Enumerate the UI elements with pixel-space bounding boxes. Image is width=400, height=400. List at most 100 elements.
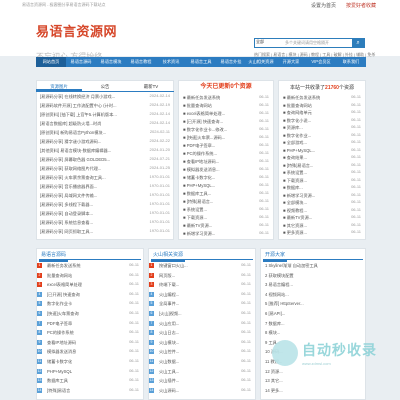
list-item[interactable]: 6 [易API]...: [261, 311, 365, 319]
list-item-title[interactable]: 2 获取模块配置: [265, 273, 294, 278]
list-item[interactable]: ■ PC的操作系统... 06-11: [179, 151, 273, 159]
nav-item[interactable]: 联系我们: [336, 57, 366, 67]
section-huoshan-title[interactable]: 火山相关资源: [151, 250, 186, 262]
list-item-title[interactable]: 全局事件...: [159, 301, 179, 306]
list-item[interactable]: 12 火山工具... 06-11: [149, 368, 255, 377]
list-item[interactable]: [易源码分享] 多线程下载器... 1970-01-01: [36, 202, 174, 210]
list-item-title[interactable]: excel表格简单处理: [47, 282, 82, 287]
list-item-title[interactable]: 7 数据库...: [265, 321, 285, 326]
list-item-title[interactable]: [易源码分享] 猜字谜小游戏源码...: [40, 139, 101, 144]
list-item-title[interactable]: 最新任务发送系统: [47, 263, 81, 268]
set-home-link[interactable]: 设置为首页: [311, 3, 336, 9]
list-item[interactable]: 10 火山控件... 06-11: [149, 349, 255, 357]
nav-item[interactable]: 易语言源码: [66, 57, 96, 67]
list-item-title[interactable]: [易语言数据库] 超级防火墙...时尚: [40, 121, 101, 126]
list-item[interactable]: 11 火山数据... 06-11: [149, 359, 255, 367]
list-item-title[interactable]: ■ PC的操作系统...: [183, 151, 217, 156]
list-item-title[interactable]: [易源码软件开源] 工作流配置中心 (计时...: [40, 103, 117, 108]
list-item-title[interactable]: [火山]视频...: [159, 311, 182, 316]
site-logo[interactable]: 易语言资源网: [36, 24, 117, 40]
list-item-title[interactable]: 14 更多...: [265, 388, 283, 393]
list-item-title[interactable]: ■ 最新TV资源...: [283, 215, 312, 220]
list-item-title[interactable]: 网页版...: [159, 273, 175, 278]
list-item[interactable]: 4 [已开源] 快速查询 06-11: [37, 291, 143, 300]
list-item[interactable]: 3 易语言编程...: [261, 282, 365, 290]
list-item[interactable]: 8 PC的操作系统 06-11: [37, 330, 143, 338]
list-item-title[interactable]: [易源码分享] 音乐播放器界面...: [40, 184, 97, 189]
list-item[interactable]: [其他资料] 易语言模块-数据库编辑器... 2024-01-20: [36, 148, 174, 156]
list-item-title[interactable]: 火山源码...: [159, 388, 179, 393]
nav-item[interactable]: 易语言教程: [126, 57, 156, 67]
list-item[interactable]: ■ 数字化作业卡...修改... 06-11: [179, 127, 273, 135]
list-item[interactable]: 14 火山源码... 06-11: [149, 387, 255, 396]
list-item-title[interactable]: 13 其它...: [265, 378, 283, 383]
list-item[interactable]: 11 储蓄卡数字化 06-11: [37, 359, 143, 367]
list-item-title[interactable]: 模拟器发送消息: [47, 349, 76, 354]
list-item-title[interactable]: ■ 批量查询网站: [283, 103, 312, 108]
list-item[interactable]: [易源码分享] 火车票余票查询工具... 1970-01-01: [36, 175, 174, 183]
list-item-title[interactable]: ■ 更多资源...: [283, 230, 307, 235]
list-item[interactable]: ■ 更多资源... 06-11: [279, 230, 365, 238]
list-item-title[interactable]: [易源码分享] 自动登录脚本...: [40, 211, 93, 216]
list-item-title[interactable]: [易源码分享] 系统信息查看...: [40, 220, 93, 225]
list-item-title[interactable]: ■ 批量查询网站: [183, 103, 212, 108]
list-item[interactable]: ■ [快速]火车票...源码... 06-11: [179, 135, 273, 143]
list-item-title[interactable]: ■ 全部模块...: [283, 200, 307, 205]
list-item[interactable]: 5 数字化作业卡 06-11: [37, 301, 143, 309]
list-item-title[interactable]: ■ 储蓄卡数字化...: [183, 175, 215, 180]
list-item[interactable]: [易源码分享] 获取网络图片代理... 2024-01-25: [36, 166, 174, 174]
list-item[interactable]: 13 其它...: [261, 378, 365, 386]
list-item[interactable]: 9 火山模块... 06-11: [149, 339, 255, 348]
list-item[interactable]: [易源码分享] 屏幕取色器 GOLDED5... 2024-07-21: [36, 157, 174, 165]
list-item-title[interactable]: PDF电子签章: [47, 321, 72, 326]
list-item-title[interactable]: 火山应用...: [159, 321, 179, 326]
list-item-title[interactable]: ■ 新增学习资源...: [283, 193, 315, 198]
list-item-title[interactable]: [易源码分享] 屏幕取色器 GOLDED5...: [40, 157, 110, 162]
list-item-title[interactable]: 数据库工具: [47, 378, 68, 383]
list-item-title[interactable]: ■ PDF电子签章...: [183, 143, 215, 148]
list-item-title[interactable]: ■ 查看IP地址源码...: [183, 159, 219, 164]
list-item-title[interactable]: 储蓄卡数字化: [47, 359, 72, 364]
list-item[interactable]: 8 模块...: [261, 330, 365, 338]
list-item[interactable]: [易语言数据库] 超级防火墙...时尚 2024-02-14: [36, 121, 174, 129]
list-item[interactable]: 7 数据库...: [261, 321, 365, 329]
list-item-title[interactable]: 数字化作业卡: [47, 301, 72, 306]
list-item[interactable]: [易源码分享] 网页抓取工具... 1970-01-01: [36, 229, 174, 237]
list-item[interactable]: ■ excel表格简单处理... 06-11: [179, 111, 273, 119]
list-item-title[interactable]: 批量查询网站: [47, 273, 72, 278]
list-item-title[interactable]: ■ 查询结果...: [283, 155, 307, 160]
list-item[interactable]: ■ PHP+MySQL... 06-11: [179, 183, 273, 191]
section-yuanma-title[interactable]: 易语言源码: [39, 250, 69, 262]
list-item[interactable]: 3 excel表格简单处理 06-11: [37, 282, 143, 290]
list-item-title[interactable]: [快速]火车票查询: [47, 311, 79, 316]
list-item-title[interactable]: 火山数据...: [159, 359, 179, 364]
list-item-title[interactable]: ■ 视频教程...: [283, 208, 307, 213]
list-item-title[interactable]: 3 易语言编程...: [265, 282, 293, 287]
list-item[interactable]: 14 [特殊]易语言 06-11: [37, 387, 143, 396]
list-item-title[interactable]: ■ 下载资源...: [183, 215, 207, 220]
list-item-title[interactable]: ■ excel表格简单处理...: [183, 111, 225, 116]
list-item[interactable]: ■ 最新任务发送系统 06-11: [179, 95, 273, 103]
list-item[interactable]: ■ 储蓄卡数字化... 06-11: [179, 175, 273, 183]
list-item-title[interactable]: [易源码分享] 局域网文件传输...: [40, 193, 97, 198]
list-item-title[interactable]: 6 [易API]...: [265, 311, 285, 316]
list-item[interactable]: 7 PDF电子签章 06-11: [37, 320, 143, 329]
list-item[interactable]: 12 PHP+MySQL 06-11: [37, 368, 143, 377]
list-item[interactable]: 5 全局事件... 06-11: [149, 301, 255, 309]
nav-item[interactable]: 开源大家: [276, 57, 306, 67]
list-item-title[interactable]: 1 Skyline/渐渐 自动加密工具: [265, 263, 318, 268]
list-item[interactable]: 2 网页版... 06-11: [149, 272, 255, 281]
list-item-title[interactable]: 火山日志...: [159, 330, 179, 335]
list-item[interactable]: 10 模拟器发送消息 06-11: [37, 349, 143, 357]
list-item[interactable]: 2 获取模块配置: [261, 273, 365, 281]
list-item-title[interactable]: ■ 最新任务发送系统: [283, 95, 320, 100]
nav-item[interactable]: 易语言外挂: [216, 57, 246, 67]
list-item[interactable]: 13 火山插件... 06-11: [149, 378, 255, 386]
search-input[interactable]: 多个关键词请用空格隔开: [285, 40, 329, 46]
list-item-title[interactable]: [易源码分享] 在线转换经济 月票小游戏...: [40, 94, 115, 99]
list-item-title[interactable]: [易源码分享] 网页抓取工具...: [40, 229, 93, 234]
list-item[interactable]: ■ [已开源] 快速查询... 06-11: [179, 119, 273, 127]
list-item[interactable]: ■ 新增学习资源... 06-11: [179, 231, 273, 239]
nav-item[interactable]: 易语言模块: [96, 57, 126, 67]
list-item[interactable]: [易源码分享] 猜字谜小游戏源码... 2024-02-22: [36, 139, 174, 147]
